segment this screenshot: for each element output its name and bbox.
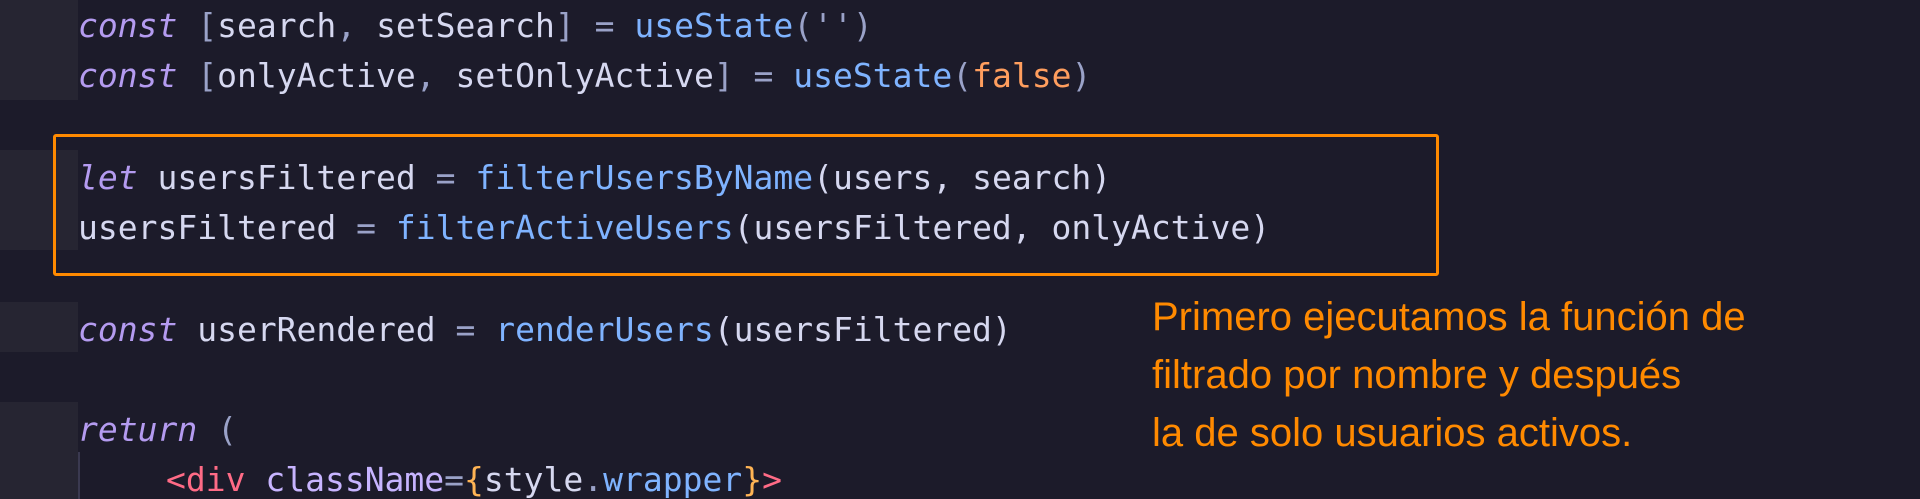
punctuation: ) [1071, 56, 1092, 95]
boolean-literal: false [972, 56, 1072, 95]
keyword: const [78, 6, 178, 45]
keyword: return [78, 410, 198, 449]
punctuation: , [415, 56, 456, 95]
gutter-marker [0, 402, 78, 499]
indent-guide [78, 452, 80, 499]
gutter-marker [0, 50, 78, 100]
code-line-2[interactable]: const [onlyActive, setOnlyActive] = useS… [78, 51, 1091, 101]
variable: userRendered [177, 310, 436, 349]
punctuation: = [435, 310, 496, 349]
jsx-attribute: className [245, 460, 445, 499]
variable: setSearch [376, 6, 555, 45]
variable: style [483, 460, 584, 499]
code-line-1[interactable]: const [search, setSearch] = useState('') [78, 1, 873, 51]
punctuation: . [583, 460, 604, 499]
code-line-6[interactable]: return ( [78, 405, 237, 455]
variable: search [217, 6, 337, 45]
jsx-tag: div [185, 460, 246, 499]
annotation-line-1: Primero ejecutamos la función de [1152, 295, 1746, 339]
punctuation: ] = [713, 56, 794, 95]
punctuation: ('') [793, 6, 873, 45]
punctuation: ] = [554, 6, 635, 45]
function-name: useState [634, 6, 794, 45]
jsx-brace: } [742, 460, 763, 499]
variable: onlyActive [217, 56, 416, 95]
gutter-marker [0, 0, 78, 50]
jsx-bracket: < [166, 460, 186, 499]
punctuation: ( [952, 56, 973, 95]
punctuation: ( [197, 410, 237, 449]
function-name: useState [793, 56, 953, 95]
annotation-text: Primero ejecutamos la función de filtrad… [1152, 288, 1892, 462]
property: wrapper [603, 460, 743, 499]
punctuation: [ [177, 56, 218, 95]
code-editor[interactable]: const [search, setSearch] = useState('')… [0, 0, 1920, 499]
gutter-marker [0, 302, 78, 352]
jsx-brace: { [464, 460, 484, 499]
variable: setOnlyActive [455, 56, 714, 95]
code-line-7[interactable]: <div className={style.wrapper}> [166, 455, 782, 499]
punctuation: [ [177, 6, 218, 45]
punctuation: , [336, 6, 377, 45]
arguments: (usersFiltered) [713, 310, 1012, 349]
code-line-5[interactable]: const userRendered = renderUsers(usersFi… [78, 305, 1012, 355]
annotation-line-2: filtrado por nombre y después [1152, 353, 1682, 397]
function-name: renderUsers [495, 310, 714, 349]
annotation-line-3: la de solo usuarios activos. [1152, 411, 1633, 455]
jsx-bracket: > [762, 460, 782, 499]
punctuation: = [444, 460, 465, 499]
highlight-box [53, 134, 1439, 276]
keyword: const [78, 56, 178, 95]
keyword: const [78, 310, 178, 349]
